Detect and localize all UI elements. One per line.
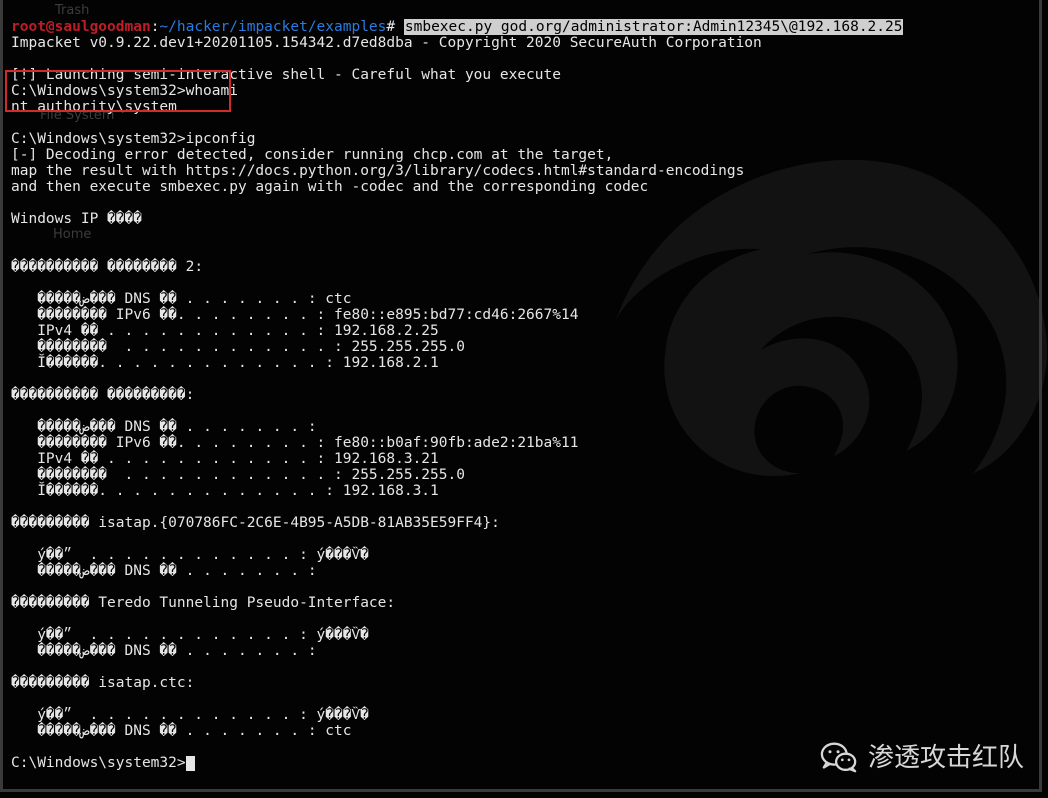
output-line: IPv4 �� . . . . . . . . . . . . : 192.16…	[11, 323, 439, 339]
output-line: �����ض��� DNS ��׺ . . . . . . . : ctc	[11, 291, 352, 307]
output-line: C:\Windows\system32>ipconfig	[11, 131, 255, 147]
output-line: ý��״ . . . . . . . . . . . . : ý���Ѷ�	[11, 627, 369, 643]
output-line: �����ض��� DNS ��׺ . . . . . . . :	[11, 419, 317, 435]
prompt-hash: #	[386, 19, 395, 35]
output-line: �������� . . . . . . . . . . . . : 255.2…	[11, 467, 465, 483]
output-line: Ĭ������. . . . . . . . . . . . . : 192.1…	[11, 483, 439, 499]
output-line: �������� IPv6 ��. . . . . . . . : fe80::…	[11, 307, 578, 323]
output-line: nt authority\system	[11, 99, 177, 115]
output-line: �������� IPv6 ��. . . . . . . . : fe80::…	[11, 435, 578, 451]
output-line: �����ض��� DNS ��׺ . . . . . . . : ctc	[11, 723, 352, 739]
output-line: ���������� ���������:	[11, 387, 194, 403]
output-line: [!] Launching semi-interactive shell - C…	[11, 67, 561, 83]
output-line: Ĭ������. . . . . . . . . . . . . : 192.1…	[11, 355, 439, 371]
output-line: [-] Decoding error detected, consider ru…	[11, 147, 613, 163]
output-line: ��������� isatap.{070786FC-2C6E-4B95-A5D…	[11, 515, 500, 531]
terminal-window[interactable]: root@saulgoodman:~/hacker/impacket/examp…	[0, 0, 1042, 792]
output-line: Windows IP ����	[11, 211, 142, 227]
output-line: ���������� �������� 2:	[11, 259, 203, 275]
prompt-path: ~/hacker/impacket/examples	[159, 19, 386, 35]
output-line: �����ض��� DNS ��׺ . . . . . . . :	[11, 563, 317, 579]
output-line: ��������� Teredo Tunneling Pseudo-Interf…	[11, 595, 395, 611]
prompt-line: root@saulgoodman:~/hacker/impacket/examp…	[11, 19, 903, 35]
output-line: and then execute smbexec.py again with -…	[11, 179, 648, 195]
output-line: �����ض��� DNS ��׺ . . . . . . . :	[11, 643, 317, 659]
output-line: ý��״ . . . . . . . . . . . . : ý���Ѷ�	[11, 707, 369, 723]
command-highlight: smbexec.py god.org/administrator:Admin12…	[404, 19, 904, 35]
output-line: �������� . . . . . . . . . . . . : 255.2…	[11, 339, 465, 355]
shell-prompt-final[interactable]: C:\Windows\system32>	[11, 755, 195, 771]
output-line: ��������� isatap.ctc:	[11, 675, 194, 691]
output-line: map the result with https://docs.python.…	[11, 163, 744, 179]
output-line: ý��״ . . . . . . . . . . . . : ý���Ѷ�	[11, 547, 369, 563]
prompt-user: root@saulgoodman	[11, 19, 151, 35]
output-line: IPv4 �� . . . . . . . . . . . . : 192.16…	[11, 451, 439, 467]
output-line: C:\Windows\system32>whoami	[11, 83, 238, 99]
output-line: Impacket v0.9.22.dev1+20201105.154342.d7…	[11, 35, 762, 51]
terminal-cursor	[186, 756, 195, 771]
